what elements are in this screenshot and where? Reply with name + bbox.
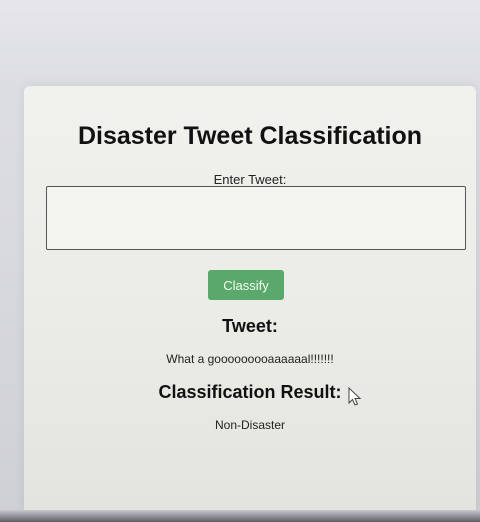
- classify-button[interactable]: Classify: [208, 270, 284, 300]
- tweet-input-label: Enter Tweet:: [213, 172, 287, 187]
- tweet-heading: Tweet:: [222, 316, 278, 336]
- classification-card: Disaster Tweet Classification Enter Twee…: [24, 86, 476, 516]
- monitor-bezel-bottom: [0, 510, 480, 522]
- classification-result-heading: Classification Result:: [158, 382, 342, 402]
- tweet-text: What a gooooooooaaaaaal!!!!!!!: [166, 352, 334, 366]
- tweet-input[interactable]: [46, 186, 466, 250]
- classification-result-value: Non-Disaster: [214, 418, 286, 432]
- mouse-pointer-icon: [348, 387, 362, 406]
- monitor-background-top: [0, 0, 480, 90]
- page-title: Disaster Tweet Classification: [77, 122, 423, 150]
